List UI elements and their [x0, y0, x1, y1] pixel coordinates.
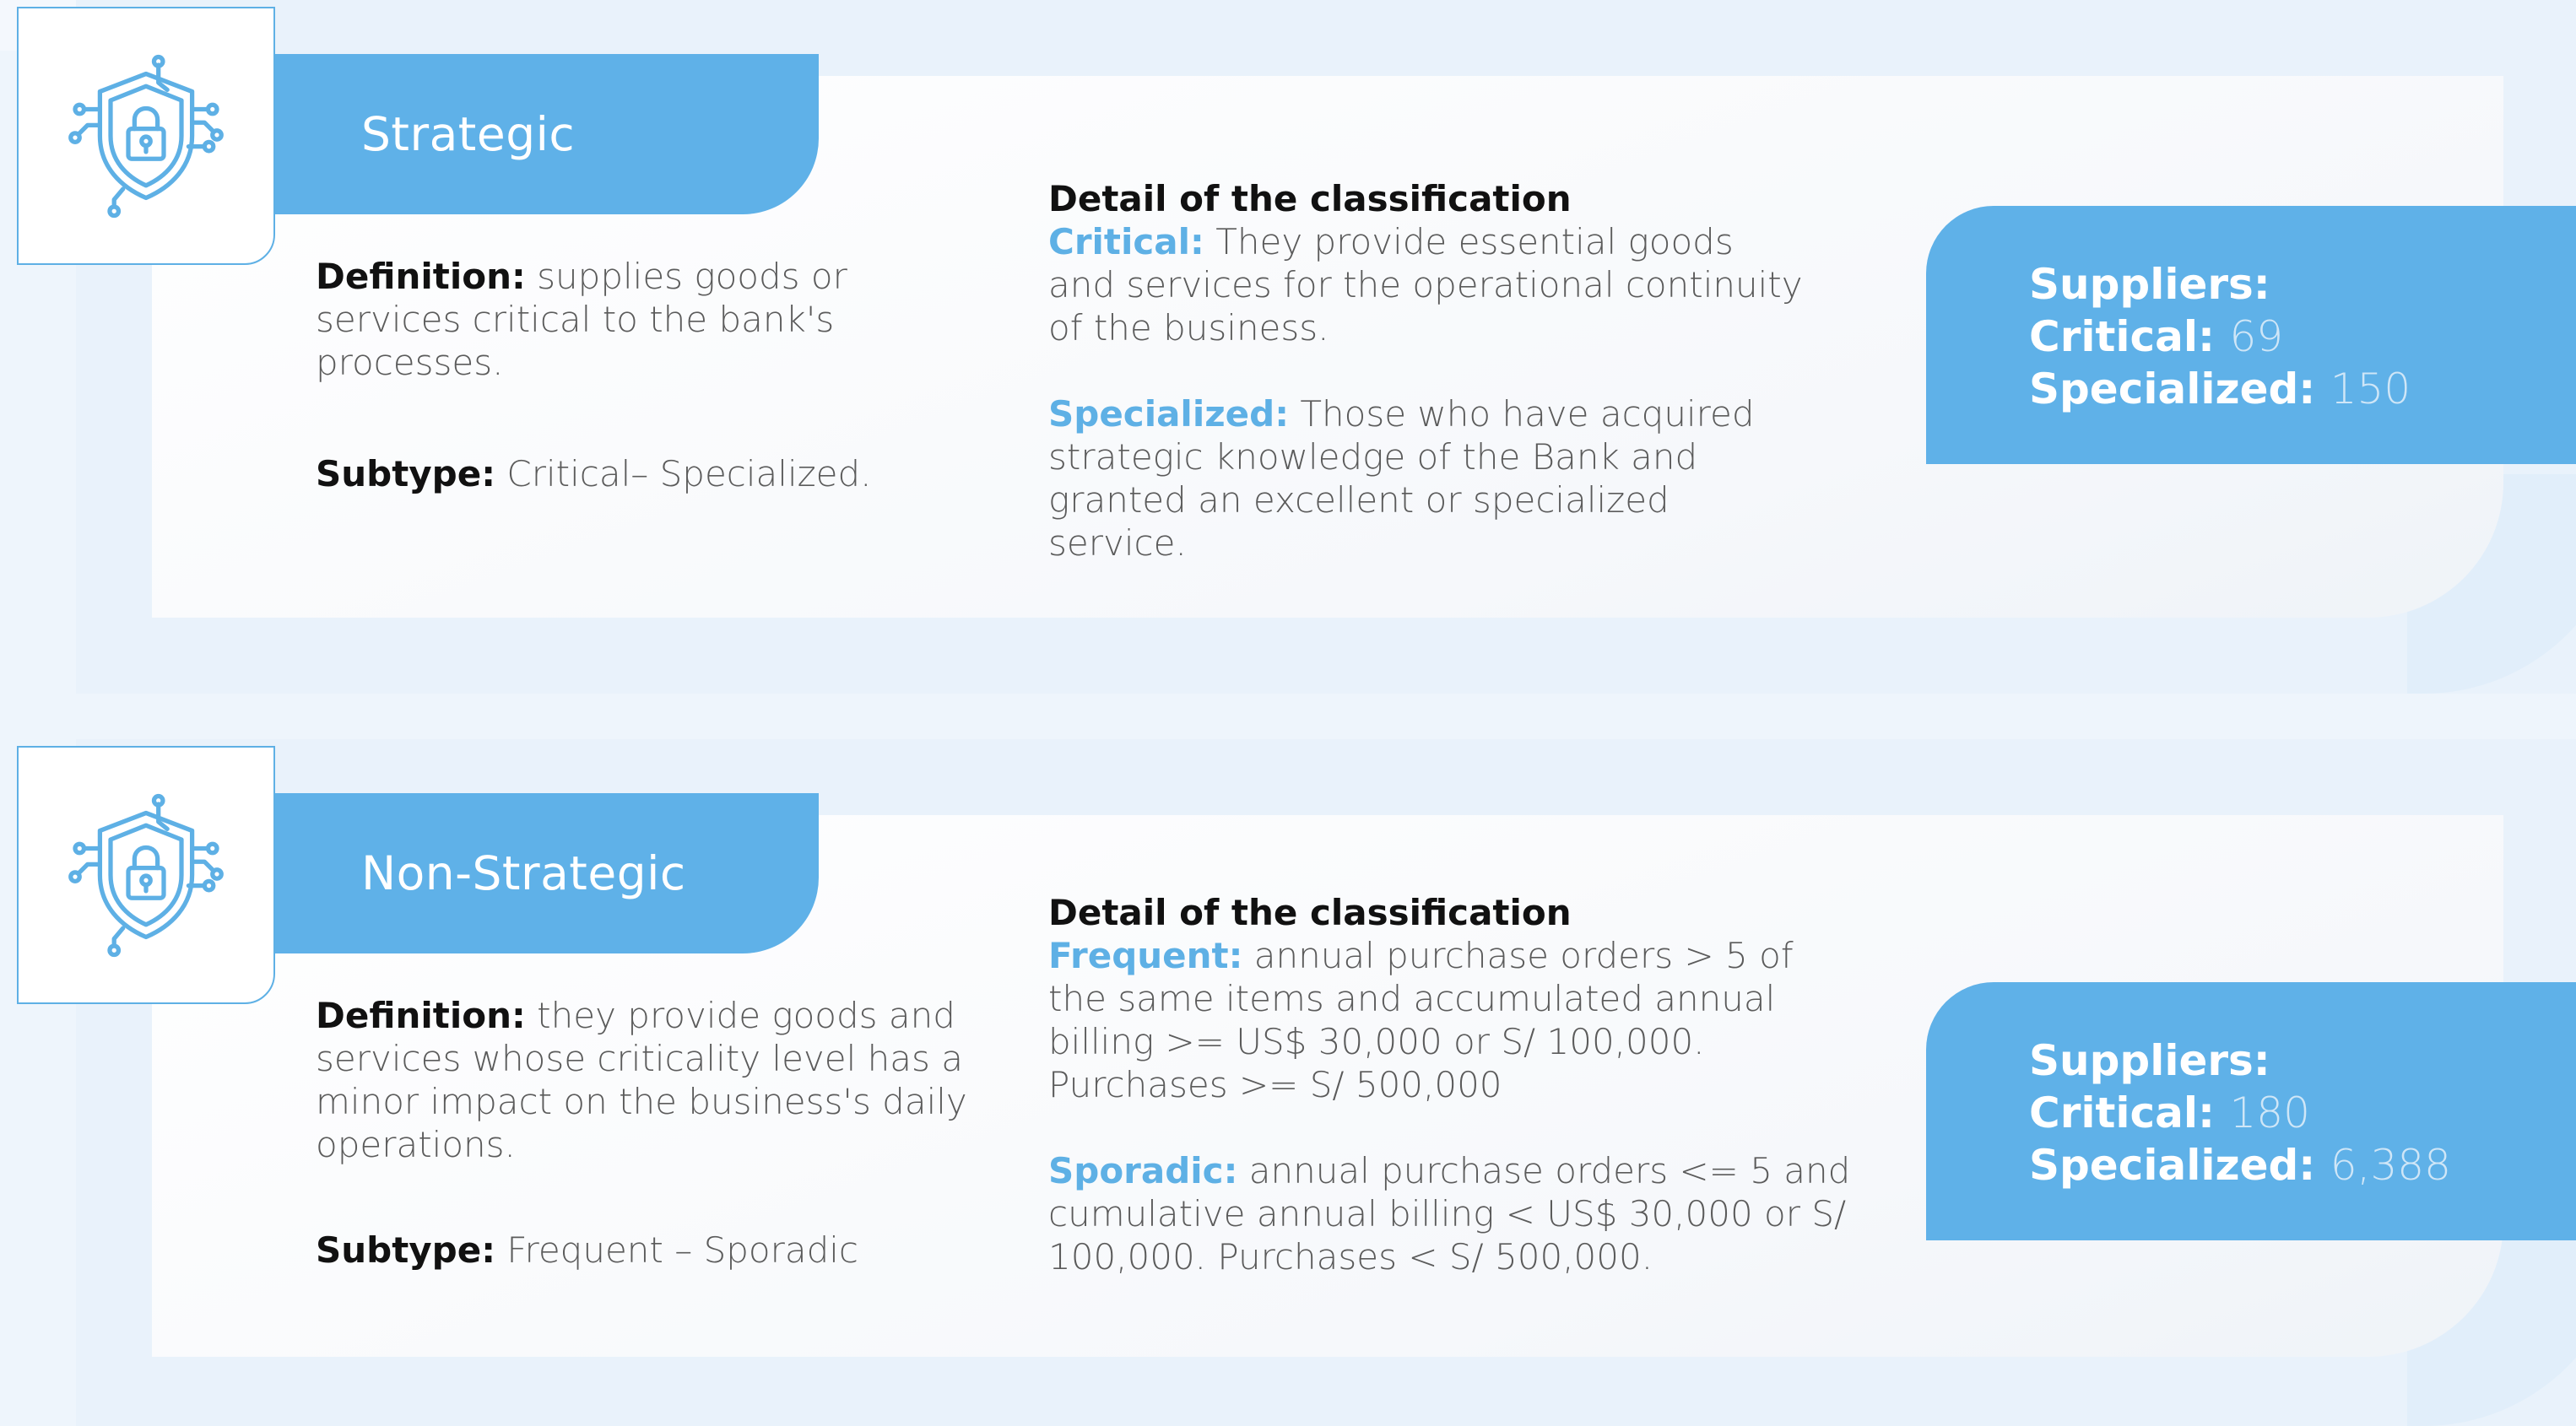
detail-item: Sporadic: annual purchase orders <= 5 an…: [1048, 1149, 1859, 1278]
subtype-block: Subtype: Frequent – Sporadic: [316, 1229, 906, 1272]
subtype-text: Critical– Specialized.: [506, 453, 872, 494]
suppliers-row-label: Specialized:: [2029, 1141, 2316, 1190]
suppliers-panel: Suppliers: Critical: 180 Specialized: 6,…: [1926, 982, 2576, 1240]
definition-block: Definition: they provide goods and servi…: [316, 994, 974, 1166]
detail-item-label: Sporadic:: [1048, 1150, 1238, 1191]
detail-item: Specialized: Those who have acquired str…: [1048, 392, 1808, 564]
detail-title: Detail of the classification: [1048, 178, 1572, 219]
suppliers-row-value: 69: [2229, 312, 2284, 361]
detail-item-label: Specialized:: [1048, 393, 1290, 435]
section-title: Strategic: [361, 107, 576, 161]
definition-block: Definition: supplies goods or services c…: [316, 255, 856, 384]
suppliers-label: Suppliers:: [2029, 1036, 2270, 1085]
suppliers-row: Critical: 69: [2029, 311, 2576, 363]
detail-block: Detail of the classification Critical: T…: [1048, 177, 1808, 564]
suppliers-row-label: Critical:: [2029, 1088, 2216, 1137]
suppliers-row-value: 180: [2229, 1088, 2310, 1137]
icon-box-non-strategic: [17, 746, 275, 1004]
definition-label: Definition:: [316, 995, 526, 1036]
section-title: Non-Strategic: [361, 846, 686, 900]
detail-item: Frequent: annual purchase orders > 5 of …: [1048, 934, 1859, 1106]
subtype-label: Subtype:: [316, 453, 496, 494]
suppliers-label: Suppliers:: [2029, 260, 2270, 309]
detail-title: Detail of the classification: [1048, 892, 1572, 933]
suppliers-row: Critical: 180: [2029, 1087, 2576, 1139]
detail-item-label: Critical:: [1048, 221, 1204, 262]
section-title-banner: Non-Strategic: [275, 793, 819, 953]
icon-box-strategic: [17, 7, 275, 265]
suppliers-row-label: Specialized:: [2029, 365, 2316, 413]
shield-lock-circuit-icon: [68, 54, 224, 219]
suppliers-row-label: Critical:: [2029, 312, 2216, 361]
definition-label: Definition:: [316, 256, 526, 297]
detail-item-label: Frequent:: [1048, 935, 1243, 976]
suppliers-row: Specialized: 6,388: [2029, 1139, 2576, 1191]
suppliers-row: Specialized: 150: [2029, 363, 2576, 415]
suppliers-panel: Suppliers: Critical: 69 Specialized: 150: [1926, 206, 2576, 464]
subtype-block: Subtype: Critical– Specialized.: [316, 452, 906, 495]
section-title-banner: Strategic: [275, 54, 819, 214]
subtype-label: Subtype:: [316, 1229, 496, 1271]
shield-lock-circuit-icon: [68, 793, 224, 958]
slide: Strategic Definition: supplies goods or …: [0, 0, 2576, 1426]
detail-item: Critical: They provide essential goods a…: [1048, 220, 1808, 349]
suppliers-row-value: 6,388: [2330, 1141, 2451, 1190]
subtype-text: Frequent – Sporadic: [506, 1229, 859, 1271]
suppliers-row-value: 150: [2330, 365, 2411, 413]
detail-block: Detail of the classification Frequent: a…: [1048, 891, 1859, 1278]
